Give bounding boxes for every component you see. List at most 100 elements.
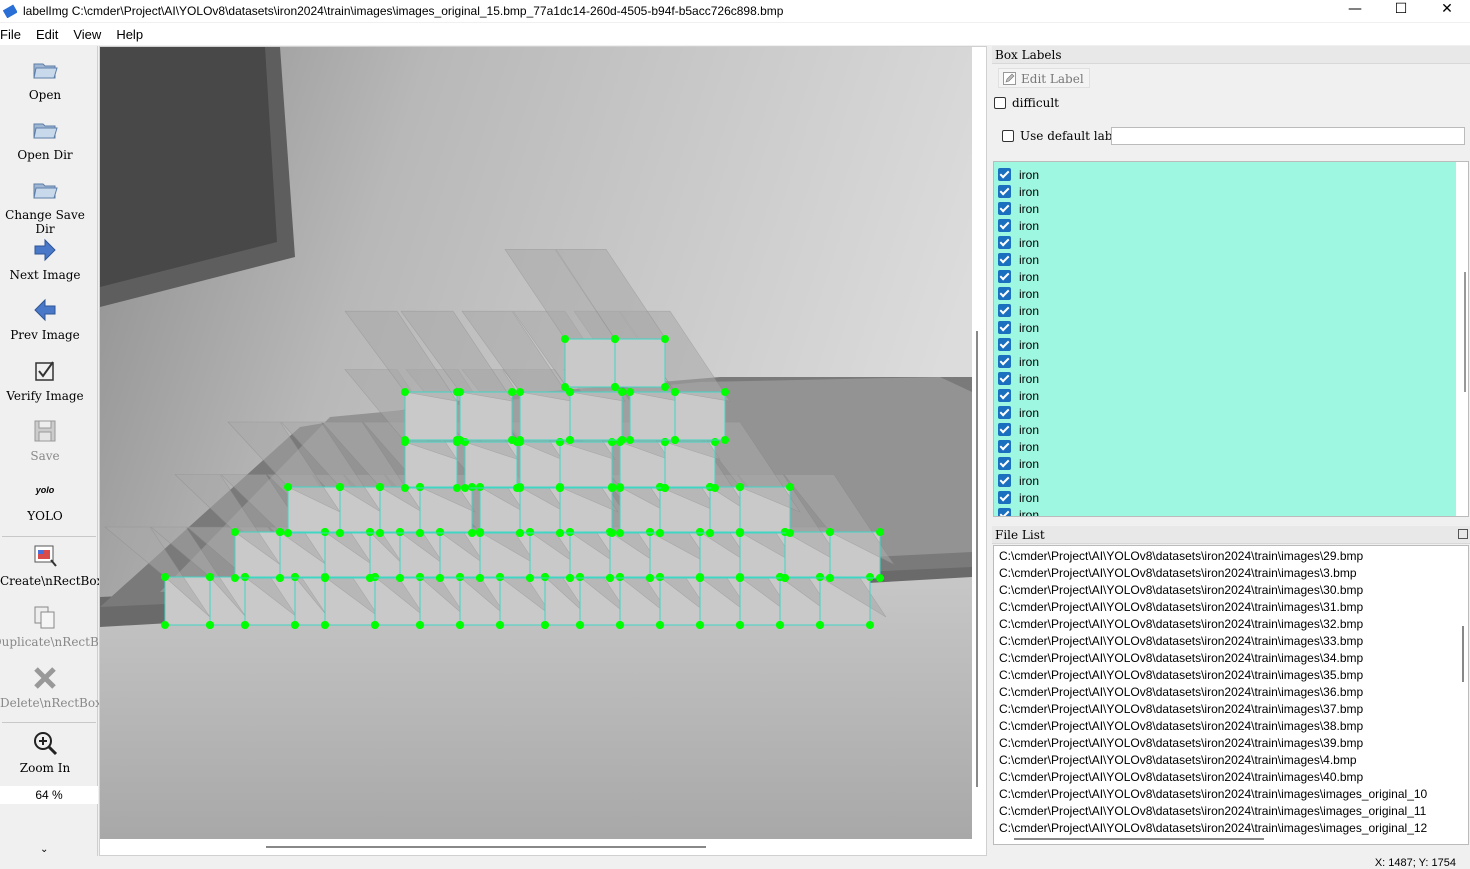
- label-name: iron: [1019, 184, 1040, 199]
- file-list-item[interactable]: C:\cmder\Project\AI\YOLOv8\datasets\iron…: [999, 548, 1363, 565]
- label-list-item[interactable]: iron: [998, 285, 1039, 302]
- label-visible-checkbox[interactable]: [998, 338, 1011, 351]
- file-list-item[interactable]: C:\cmder\Project\AI\YOLOv8\datasets\iron…: [999, 565, 1357, 582]
- label-list[interactable]: iron iron iron iron iron iron iron iron iron iron…: [993, 161, 1469, 517]
- delete-rectbox-button[interactable]: Delete\nRectBox: [0, 664, 102, 710]
- label-visible-checkbox[interactable]: [998, 406, 1011, 419]
- canvas-horizontal-scrollbar[interactable]: [100, 839, 972, 855]
- label-visible-checkbox[interactable]: [998, 253, 1011, 266]
- label-list-item[interactable]: iron: [998, 404, 1039, 421]
- label-visible-checkbox[interactable]: [998, 202, 1011, 215]
- duplicate-rectbox-button[interactable]: Duplicate\nRectBox: [0, 603, 113, 649]
- file-list-item[interactable]: C:\cmder\Project\AI\YOLOv8\datasets\iron…: [999, 803, 1426, 820]
- label-list-item[interactable]: iron: [998, 234, 1039, 251]
- next-image-label: Next Image: [9, 268, 81, 282]
- menu-file[interactable]: File: [0, 27, 21, 42]
- label-list-item[interactable]: iron: [998, 336, 1039, 353]
- verify-image-button[interactable]: Verify Image: [0, 357, 90, 403]
- menu-view[interactable]: View: [73, 27, 101, 42]
- chevron-down-icon[interactable]: ⌄: [40, 844, 48, 855]
- label-list-item[interactable]: iron: [998, 421, 1039, 438]
- label-list-item[interactable]: iron: [998, 251, 1039, 268]
- file-list-item[interactable]: C:\cmder\Project\AI\YOLOv8\datasets\iron…: [999, 684, 1363, 701]
- label-visible-checkbox[interactable]: [998, 457, 1011, 470]
- label-visible-checkbox[interactable]: [998, 372, 1011, 385]
- label-visible-checkbox[interactable]: [998, 304, 1011, 317]
- label-list-item[interactable]: iron: [998, 319, 1039, 336]
- zoom-level-spinbox[interactable]: 64 %: [0, 786, 98, 804]
- label-list-item[interactable]: iron: [998, 166, 1039, 183]
- label-visible-checkbox[interactable]: [998, 168, 1011, 181]
- label-visible-checkbox[interactable]: [998, 355, 1011, 368]
- file-list-item[interactable]: C:\cmder\Project\AI\YOLOv8\datasets\iron…: [999, 786, 1427, 803]
- file-list-item[interactable]: C:\cmder\Project\AI\YOLOv8\datasets\iron…: [999, 599, 1363, 616]
- label-visible-checkbox[interactable]: [998, 440, 1011, 453]
- label-list-item[interactable]: iron: [998, 506, 1039, 516]
- difficult-checkbox[interactable]: difficult: [994, 96, 1059, 110]
- label-list-item[interactable]: iron: [998, 370, 1039, 387]
- change-save-dir-button[interactable]: Change Save Dir: [0, 176, 90, 236]
- file-list-item[interactable]: C:\cmder\Project\AI\YOLOv8\datasets\iron…: [999, 667, 1363, 684]
- label-visible-checkbox[interactable]: [998, 270, 1011, 283]
- label-list-item[interactable]: iron: [998, 200, 1039, 217]
- close-button[interactable]: ✕: [1424, 0, 1470, 22]
- dock-float-icon[interactable]: [1458, 529, 1468, 539]
- label-visible-checkbox[interactable]: [998, 508, 1011, 516]
- label-visible-checkbox[interactable]: [998, 423, 1011, 436]
- file-list-item[interactable]: C:\cmder\Project\AI\YOLOv8\datasets\iron…: [999, 769, 1363, 786]
- file-list-item[interactable]: C:\cmder\Project\AI\YOLOv8\datasets\iron…: [999, 718, 1363, 735]
- file-list-item[interactable]: C:\cmder\Project\AI\YOLOv8\datasets\iron…: [999, 650, 1363, 667]
- maximize-button[interactable]: ☐: [1378, 0, 1424, 22]
- folder-open-icon: [33, 183, 58, 199]
- label-list-item[interactable]: iron: [998, 489, 1039, 506]
- label-visible-checkbox[interactable]: [998, 389, 1011, 402]
- create-rectbox-button[interactable]: Create\nRectBox: [0, 542, 103, 588]
- create-rect-icon: [34, 545, 57, 567]
- label-list-item[interactable]: iron: [998, 302, 1039, 319]
- open-button[interactable]: Open: [0, 56, 90, 102]
- save-button[interactable]: Save: [0, 417, 90, 463]
- yolo-format-button[interactable]: yolo YOLO: [0, 477, 90, 523]
- label-visible-checkbox[interactable]: [998, 321, 1011, 334]
- zoom-in-button[interactable]: Zoom In: [0, 729, 90, 775]
- file-list-item[interactable]: C:\cmder\Project\AI\YOLOv8\datasets\iron…: [999, 701, 1363, 718]
- open-dir-button[interactable]: Open Dir: [0, 116, 90, 162]
- file-list-item[interactable]: C:\cmder\Project\AI\YOLOv8\datasets\iron…: [999, 752, 1357, 769]
- menu-help[interactable]: Help: [116, 27, 143, 42]
- edit-label-button[interactable]: Edit Label: [998, 68, 1090, 88]
- file-list-item[interactable]: C:\cmder\Project\AI\YOLOv8\datasets\iron…: [999, 582, 1363, 599]
- label-list-item[interactable]: iron: [998, 438, 1039, 455]
- label-list-item[interactable]: iron: [998, 387, 1039, 404]
- label-list-item[interactable]: iron: [998, 472, 1039, 489]
- label-visible-checkbox[interactable]: [998, 287, 1011, 300]
- file-list-scrollbar[interactable]: [1462, 626, 1464, 682]
- label-visible-checkbox[interactable]: [998, 491, 1011, 504]
- label-list-item[interactable]: iron: [998, 268, 1039, 285]
- label-visible-checkbox[interactable]: [998, 236, 1011, 249]
- file-list-item[interactable]: C:\cmder\Project\AI\YOLOv8\datasets\iron…: [999, 633, 1363, 650]
- arrow-left-icon: [34, 298, 56, 322]
- label-list-item[interactable]: iron: [998, 217, 1039, 234]
- file-list-item[interactable]: C:\cmder\Project\AI\YOLOv8\datasets\iron…: [999, 735, 1363, 752]
- menu-edit[interactable]: Edit: [36, 27, 58, 42]
- label-visible-checkbox[interactable]: [998, 474, 1011, 487]
- label-visible-checkbox[interactable]: [998, 219, 1011, 232]
- file-list-item[interactable]: C:\cmder\Project\AI\YOLOv8\datasets\iron…: [999, 820, 1427, 837]
- next-image-button[interactable]: Next Image: [0, 236, 90, 282]
- file-list[interactable]: C:\cmder\Project\AI\YOLOv8\datasets\iron…: [993, 545, 1469, 845]
- label-name: iron: [1019, 405, 1040, 420]
- use-default-label-checkbox[interactable]: Use default labtel: [1002, 129, 1128, 143]
- duplicate-rectbox-label: Duplicate\nRectBox: [0, 635, 113, 649]
- canvas-vertical-scrollbar[interactable]: [972, 47, 982, 839]
- default-label-input[interactable]: [1111, 127, 1465, 145]
- label-list-scrollbar[interactable]: [1464, 272, 1466, 392]
- label-visible-checkbox[interactable]: [998, 185, 1011, 198]
- file-list-horizontal-scrollbar[interactable]: [1014, 838, 1264, 840]
- minimize-button[interactable]: —: [1332, 0, 1378, 22]
- label-list-item[interactable]: iron: [998, 353, 1039, 370]
- prev-image-button[interactable]: Prev Image: [0, 296, 90, 342]
- label-list-item[interactable]: iron: [998, 183, 1039, 200]
- image-canvas[interactable]: [100, 47, 972, 839]
- file-list-item[interactable]: C:\cmder\Project\AI\YOLOv8\datasets\iron…: [999, 616, 1363, 633]
- label-list-item[interactable]: iron: [998, 455, 1039, 472]
